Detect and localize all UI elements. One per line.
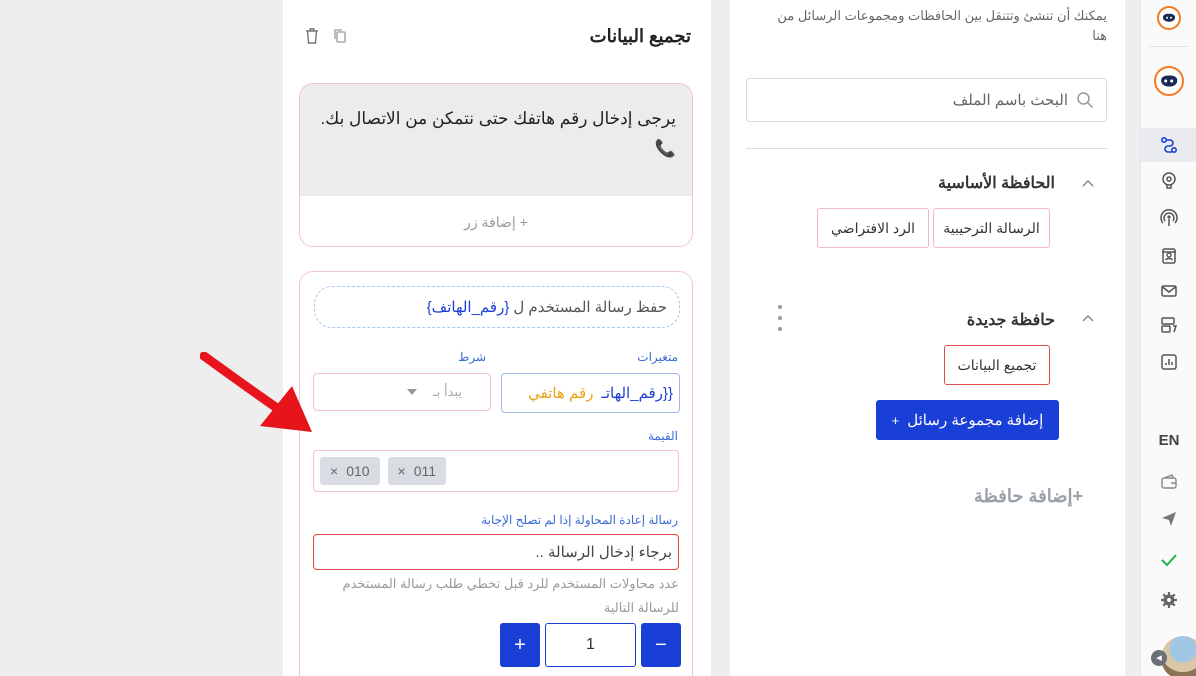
folders-divider bbox=[746, 148, 1107, 149]
main-folder-title[interactable]: الحافظة الأساسية bbox=[938, 173, 1055, 193]
folder-item-default[interactable]: الرد الافتراضي bbox=[817, 208, 929, 248]
language-toggle[interactable]: EN bbox=[1141, 432, 1196, 449]
brain-icon[interactable] bbox=[1157, 168, 1181, 192]
increment-button[interactable]: + bbox=[500, 623, 540, 667]
plus-icon: + bbox=[891, 412, 900, 428]
value-tag[interactable]: × 011 bbox=[387, 457, 447, 485]
tag-text: 011 bbox=[413, 463, 437, 479]
message-card: يرجى إدخال رقم هاتفك حتى نتمكن من الاتصا… bbox=[299, 83, 693, 247]
copy-icon[interactable] bbox=[333, 28, 347, 44]
analytics-icon[interactable] bbox=[1157, 350, 1181, 374]
decrement-button[interactable]: − bbox=[641, 623, 681, 667]
remove-tag-icon[interactable]: × bbox=[330, 463, 338, 479]
logo-active-icon[interactable] bbox=[1154, 66, 1184, 96]
search-input[interactable]: البحث باسم الملف bbox=[746, 78, 1107, 122]
gear-icon[interactable] bbox=[1157, 588, 1181, 612]
condition-select[interactable]: يبدأ بـ bbox=[313, 373, 491, 411]
attempts-note: عدد محاولات المستخدم للرد قبل تخطي طلب ر… bbox=[342, 576, 679, 615]
save-variable: {رقم_الهاتف} bbox=[426, 299, 510, 316]
wallet-icon[interactable] bbox=[1157, 470, 1181, 494]
input-config-card: حفظ رسالة المستخدم ل {رقم_الهاتف} متغيرا… bbox=[299, 271, 693, 676]
value-tag[interactable]: × 010 bbox=[320, 457, 380, 485]
message-text[interactable]: يرجى إدخال رقم هاتفك حتى نتمكن من الاتصا… bbox=[300, 84, 692, 196]
retry-label: رسالة إعادة المحاولة إذا لم تصلح الإجابة bbox=[481, 513, 678, 527]
contacts-icon[interactable] bbox=[1157, 244, 1181, 268]
add-message-group-button[interactable]: إضافة مجموعة رسائل + bbox=[876, 400, 1059, 440]
search-placeholder: البحث باسم الملف bbox=[952, 92, 1068, 109]
remove-tag-icon[interactable]: × bbox=[398, 463, 406, 479]
folder-item-data-collection[interactable]: تجميع البيانات bbox=[944, 345, 1050, 385]
condition-label: شرط bbox=[458, 350, 486, 364]
block-actions bbox=[305, 28, 347, 44]
sidebar-divider bbox=[1149, 46, 1188, 47]
attempts-value[interactable]: 1 bbox=[545, 623, 636, 667]
icon-sidebar: EN ◂ bbox=[1140, 0, 1196, 676]
save-response-field[interactable]: حفظ رسالة المستخدم ل {رقم_الهاتف} bbox=[314, 286, 680, 328]
folders-hint: يمكنك أن تنشئ وتتنقل بين الحافظات ومجموع… bbox=[777, 8, 1107, 43]
variable-select[interactable]: {{رقم_الهاتـ رقم هاتفي bbox=[501, 373, 680, 413]
variable-value: {{رقم_الهاتـ bbox=[601, 385, 673, 402]
folder-menu-icon[interactable] bbox=[776, 305, 782, 331]
block-title[interactable]: تجميع البيانات bbox=[590, 26, 691, 47]
value-label: القيمة bbox=[647, 429, 678, 443]
flow-icon[interactable] bbox=[1141, 128, 1196, 162]
block-editor: تجميع البيانات يرجى إدخال رقم هاتفك حتى … bbox=[283, 0, 711, 676]
retry-message-input[interactable]: برجاء إدخال الرسالة .. bbox=[313, 534, 679, 570]
annotation-arrow-icon bbox=[200, 352, 312, 432]
add-button[interactable]: + إضافة زر bbox=[300, 196, 692, 246]
search-icon bbox=[1077, 92, 1094, 109]
condition-value: يبدأ بـ bbox=[432, 384, 462, 399]
folder-item-welcome[interactable]: الرسالة الترحيبية bbox=[933, 208, 1050, 248]
caret-down-icon bbox=[406, 389, 417, 395]
add-folder-button[interactable]: +إضافة حافظة bbox=[974, 486, 1083, 507]
mail-icon[interactable] bbox=[1157, 279, 1181, 303]
attempts-stepper: + 1 − bbox=[500, 623, 681, 667]
templates-icon[interactable] bbox=[1157, 313, 1181, 337]
chevron-up-icon[interactable] bbox=[1081, 177, 1095, 191]
variable-name: رقم هاتفي bbox=[528, 385, 594, 402]
send-icon[interactable] bbox=[1157, 507, 1181, 531]
broadcast-icon[interactable] bbox=[1157, 206, 1181, 230]
folders-panel: يمكنك أن تنشئ وتتنقل بين الحافظات ومجموع… bbox=[730, 0, 1125, 676]
add-group-label: إضافة مجموعة رسائل bbox=[907, 412, 1044, 429]
variables-label: متغيرات bbox=[637, 350, 678, 364]
new-folder-title[interactable]: حافظة جديدة bbox=[967, 310, 1055, 330]
collapse-arrow-icon[interactable]: ◂ bbox=[1151, 650, 1167, 666]
save-prefix: حفظ رسالة المستخدم ل bbox=[513, 299, 667, 316]
logo-icon[interactable] bbox=[1157, 6, 1181, 30]
trash-icon[interactable] bbox=[305, 28, 319, 44]
check-icon[interactable] bbox=[1157, 548, 1181, 572]
tag-text: 010 bbox=[346, 463, 370, 479]
chevron-up-icon[interactable] bbox=[1081, 312, 1095, 326]
value-tags-input[interactable]: × 010 × 011 bbox=[313, 450, 679, 492]
